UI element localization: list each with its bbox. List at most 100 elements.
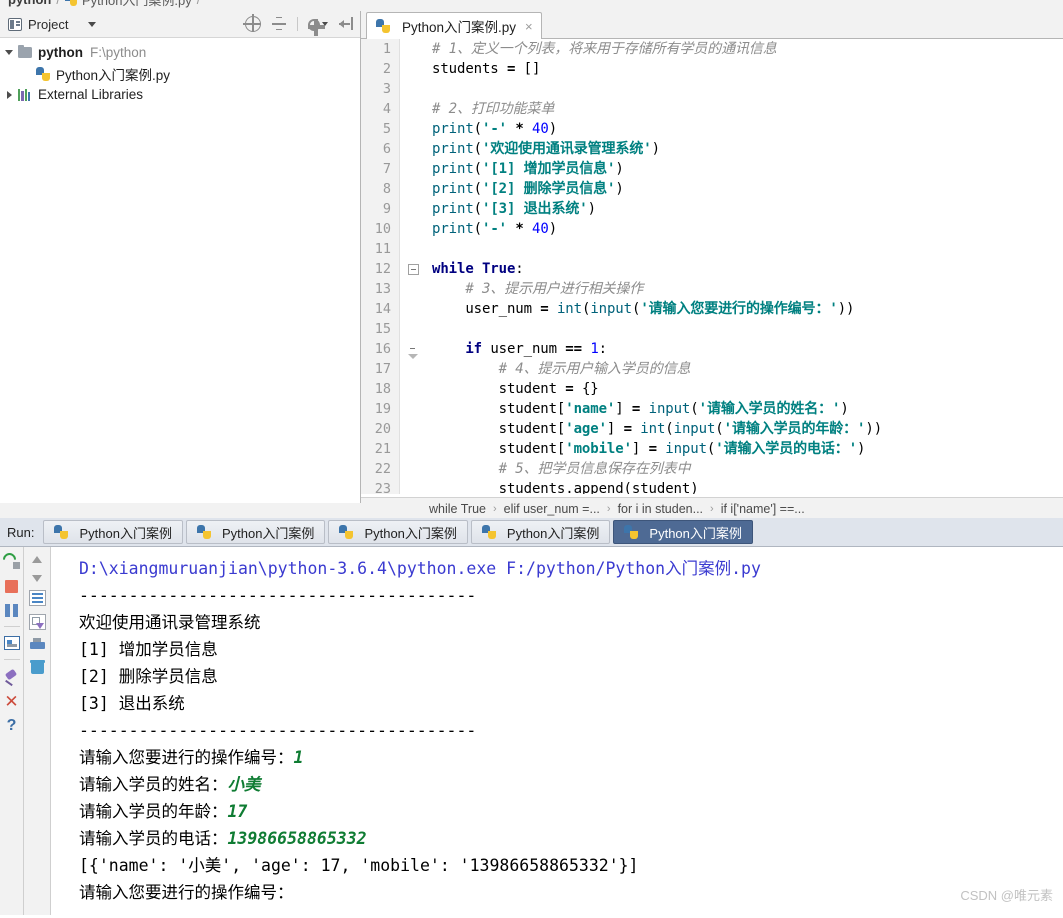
- fold-cell: [399, 399, 429, 419]
- token: '[2] 删除学员信息': [482, 181, 616, 197]
- code-line[interactable]: 8 print('[2] 删除学员信息'): [361, 179, 1063, 199]
- token: print: [432, 161, 474, 177]
- pycharm-window: python / Python入门案例.py / Project: [0, 0, 1063, 918]
- code-line[interactable]: 3: [361, 79, 1063, 99]
- breadcrumb-segment[interactable]: elif user_num =...: [504, 502, 600, 516]
- editor-tab-python-file[interactable]: Python入门案例.py ×: [366, 12, 542, 39]
- run-tab-1[interactable]: Python入门案例: [43, 520, 183, 544]
- pause-icon[interactable]: [5, 604, 18, 617]
- code-line[interactable]: 20 student['age'] = int(input('请输入学员的年龄：…: [361, 419, 1063, 439]
- tree-item-python-file[interactable]: Python入门案例.py: [0, 63, 360, 84]
- fold-marker-icon[interactable]: [408, 344, 419, 359]
- token: int: [556, 301, 582, 317]
- code-line[interactable]: 23 students.append(student): [361, 479, 1063, 494]
- code-line[interactable]: 5 print('-' * 40): [361, 119, 1063, 139]
- code-line[interactable]: 11: [361, 239, 1063, 259]
- console-output[interactable]: D:\xiangmuruanjian\python-3.6.4\python.e…: [51, 547, 1063, 918]
- fold-cell: [399, 199, 429, 219]
- stop-icon[interactable]: [5, 580, 18, 593]
- breadcrumb-separator-icon: ›: [606, 502, 611, 515]
- code-line[interactable]: 9 print('[3] 退出系统'): [361, 199, 1063, 219]
- project-title[interactable]: Project: [28, 17, 68, 32]
- breadcrumb-segment[interactable]: while True: [429, 502, 486, 516]
- code-line[interactable]: 6 print('欢迎使用通讯录管理系统'): [361, 139, 1063, 159]
- settings-button[interactable]: [307, 17, 328, 36]
- breadcrumb-project[interactable]: python: [8, 0, 51, 7]
- code-line[interactable]: 16 if user_num == 1:: [361, 339, 1063, 359]
- run-tab-5[interactable]: Python入门案例: [613, 520, 753, 544]
- rerun-icon[interactable]: [3, 552, 20, 569]
- close-icon[interactable]: ×: [525, 19, 533, 34]
- soft-wrap-icon[interactable]: [28, 590, 46, 606]
- editor-tab-strip: Python入门案例.py ×: [361, 11, 1063, 39]
- project-header: Project: [0, 11, 360, 38]
- console-line: [2] 删除学员信息: [79, 667, 218, 686]
- code-line[interactable]: 10 print('-' * 40): [361, 219, 1063, 239]
- token: students: [432, 61, 507, 77]
- code-text: user_num = int(input('请输入您要进行的操作编号：')): [429, 299, 854, 319]
- breadcrumb-separator-icon: ›: [492, 502, 497, 515]
- code-line[interactable]: 19 student['name'] = input('请输入学员的姓名：'): [361, 399, 1063, 419]
- console-icon[interactable]: [3, 636, 20, 650]
- token: # 5、把学员信息保存在列表中: [432, 461, 691, 477]
- locate-icon[interactable]: [243, 14, 261, 32]
- run-tab-4[interactable]: Python入门案例: [470, 520, 611, 544]
- token: []: [515, 61, 541, 77]
- print-icon[interactable]: [29, 638, 45, 652]
- line-number: 6: [382, 141, 391, 157]
- expand-arrow-icon[interactable]: [0, 90, 18, 99]
- close-icon[interactable]: ✕: [3, 693, 20, 710]
- token: '欢迎使用通讯录管理系统': [482, 141, 652, 157]
- fold-cell: [399, 99, 429, 119]
- code-line[interactable]: 17 # 4、提示用户输入学员的信息: [361, 359, 1063, 379]
- token: '[3] 退出系统': [482, 201, 588, 217]
- token: 'mobile': [565, 441, 632, 457]
- code-line[interactable]: 7 print('[1] 增加学员信息'): [361, 159, 1063, 179]
- tree-item-python-root[interactable]: python F:\python: [0, 42, 360, 63]
- code-line[interactable]: 1 # 1、定义一个列表，将来用于存储所有学员的通讯信息: [361, 39, 1063, 59]
- code-line[interactable]: 15: [361, 319, 1063, 339]
- token: user_num: [482, 341, 566, 357]
- pin-icon[interactable]: [4, 669, 20, 685]
- expand-arrow-icon[interactable]: [0, 50, 18, 55]
- code-line[interactable]: 21 student['mobile'] = input('请输入学员的电话：'…: [361, 439, 1063, 459]
- collapse-all-icon[interactable]: [271, 16, 287, 32]
- code-line[interactable]: 4 # 2、打印功能菜单: [361, 99, 1063, 119]
- token: *: [515, 221, 524, 237]
- tree-item-external-libraries[interactable]: External Libraries: [0, 84, 360, 105]
- help-icon[interactable]: ?: [3, 718, 20, 734]
- code-line[interactable]: 2 students = []: [361, 59, 1063, 79]
- scroll-down-icon[interactable]: [32, 575, 42, 582]
- token: student: [432, 381, 566, 397]
- python-file-icon: [376, 19, 390, 33]
- console-user-input: 17: [227, 802, 248, 821]
- breadcrumb-segment[interactable]: if i['name'] ==...: [721, 502, 805, 516]
- python-file-icon: [624, 525, 639, 539]
- breadcrumb-separator-1: /: [56, 0, 60, 7]
- code-line[interactable]: 13 # 3、提示用户进行相关操作: [361, 279, 1063, 299]
- clear-all-icon[interactable]: [29, 660, 45, 674]
- scroll-to-end-icon[interactable]: [28, 614, 46, 630]
- scroll-up-icon[interactable]: [32, 556, 42, 563]
- token: print: [432, 221, 474, 237]
- run-tab-3[interactable]: Python入门案例: [328, 520, 468, 544]
- code-editor[interactable]: 1 # 1、定义一个列表，将来用于存储所有学员的通讯信息 2 students = […: [361, 39, 1063, 494]
- token: :: [515, 261, 524, 277]
- breadcrumb-segment[interactable]: for i in studen...: [618, 502, 703, 516]
- code-line[interactable]: 14 user_num = int(input('请输入您要进行的操作编号：')…: [361, 299, 1063, 319]
- run-tab-2[interactable]: Python入门案例: [185, 520, 326, 544]
- gear-icon[interactable]: [307, 18, 325, 36]
- line-number: 9: [382, 201, 391, 217]
- code-line[interactable]: 12 while True:: [361, 259, 1063, 279]
- token: =: [565, 381, 574, 397]
- chevron-down-icon[interactable]: [88, 21, 97, 27]
- fold-marker-icon[interactable]: [408, 264, 419, 275]
- code-line[interactable]: 18 student = {}: [361, 379, 1063, 399]
- code-line[interactable]: 22 # 5、把学员信息保存在列表中: [361, 459, 1063, 479]
- line-number: 12: [374, 261, 391, 277]
- breadcrumb-file[interactable]: Python入门案例.py: [82, 0, 192, 9]
- hide-icon[interactable]: [338, 16, 354, 32]
